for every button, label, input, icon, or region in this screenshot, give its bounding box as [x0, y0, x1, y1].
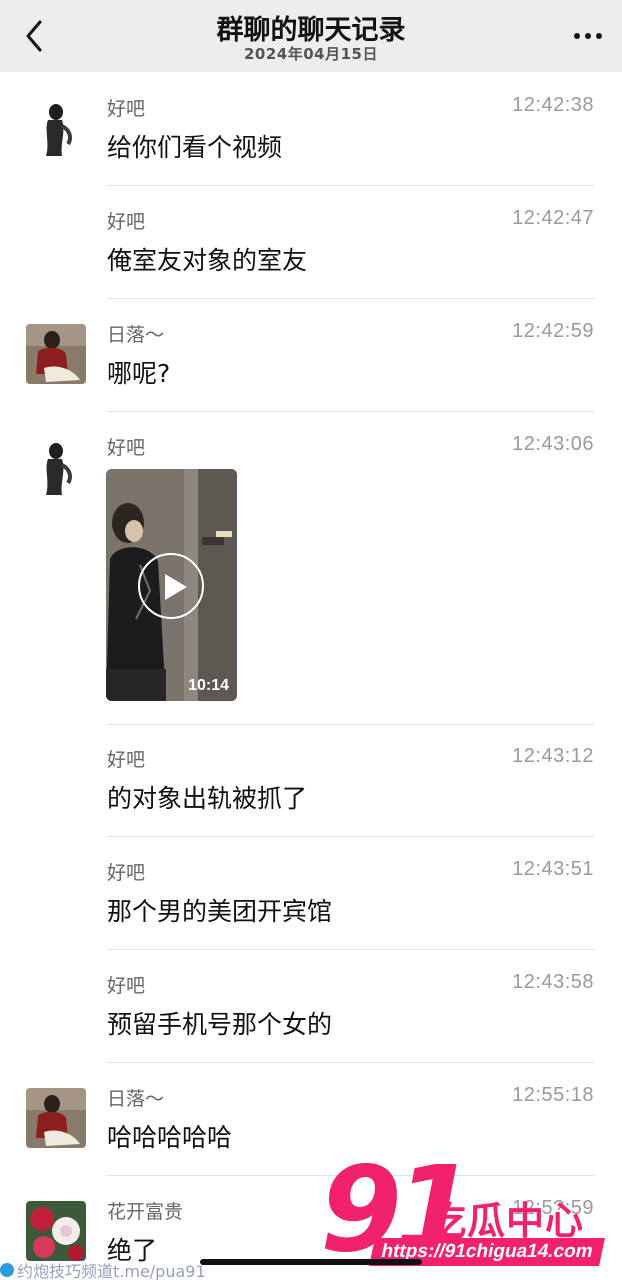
telegram-watermark-text: 约炮技巧频道t.me/pua91 [17, 1262, 206, 1280]
page-date: 2024年04月15日 [244, 45, 378, 63]
message-item: 日落～ 12:42:59 哪呢? [0, 312, 622, 412]
sender-name: 好吧 [107, 975, 146, 997]
telegram-icon [0, 1263, 14, 1277]
avatar-silhouette[interactable] [26, 437, 86, 497]
message-text[interactable]: 给你们看个视频 [107, 128, 282, 164]
message-time: 12:43:58 [512, 971, 594, 993]
more-button[interactable] [568, 20, 608, 52]
page-title: 群聊的聊天记录 [216, 15, 406, 46]
watermark-logo-name: 吃瓜中心 [428, 1199, 585, 1243]
sender-name: 好吧 [107, 437, 146, 459]
message-item: 好吧 12:42:47 俺室友对象的室友 [0, 199, 622, 299]
message-time: 12:42:38 [512, 94, 594, 116]
sender-name: 好吧 [107, 98, 146, 120]
divider [107, 411, 595, 412]
message-item: 日落～ 12:55:18 哈哈哈哈哈 [0, 1076, 622, 1176]
message-time: 12:42:59 [512, 320, 594, 342]
message-item: 好吧 12:43:12 的对象出轨被抓了 [0, 737, 622, 837]
message-text[interactable]: 俺室友对象的室友 [107, 241, 307, 277]
message-time: 12:43:51 [512, 858, 594, 880]
divider [107, 724, 595, 725]
avatar-person[interactable] [26, 324, 86, 384]
sender-name: 日落～ [107, 1088, 165, 1110]
sender-name: 好吧 [107, 749, 146, 771]
avatar-flowers[interactable] [26, 1201, 86, 1261]
divider [107, 185, 595, 186]
message-item: 好吧 12:43:58 预留手机号那个女的 [0, 963, 622, 1063]
divider [107, 1062, 595, 1063]
sender-name: 好吧 [107, 211, 146, 233]
message-item: 好吧 12:43:51 那个男的美团开宾馆 [0, 850, 622, 950]
message-text[interactable]: 那个男的美团开宾馆 [107, 892, 332, 928]
message-text[interactable]: 哈哈哈哈哈 [107, 1118, 232, 1154]
video-duration: 10:14 [188, 677, 229, 694]
divider [107, 836, 595, 837]
message-time: 12:55:18 [512, 1084, 594, 1106]
video-thumbnail[interactable]: 10:14 [106, 469, 237, 701]
message-time: 12:43:12 [512, 745, 594, 767]
message-text[interactable]: 预留手机号那个女的 [107, 1005, 332, 1041]
telegram-watermark: 约炮技巧频道t.me/pua91 [0, 1260, 206, 1280]
message-item: 好吧 12:42:38 给你们看个视频 [0, 86, 622, 186]
home-indicator [200, 1259, 422, 1265]
avatar-person[interactable] [26, 1088, 86, 1148]
divider [107, 949, 595, 950]
chat-history-header: 群聊的聊天记录 2024年04月15日 [0, 0, 622, 72]
message-text[interactable]: 哪呢? [107, 354, 170, 390]
sender-name: 好吧 [107, 862, 146, 884]
sender-name: 花开富贵 [107, 1201, 184, 1223]
sender-name: 日落～ [107, 324, 165, 346]
more-dots-icon [574, 33, 580, 39]
avatar-silhouette[interactable] [26, 98, 86, 158]
play-icon[interactable] [138, 553, 204, 619]
message-time: 12:42:47 [512, 207, 594, 229]
message-item: 好吧 12:43:06 10:14 [0, 425, 622, 725]
message-text[interactable]: 的对象出轨被抓了 [107, 779, 307, 815]
message-time: 12:43:06 [512, 433, 594, 455]
divider [107, 298, 595, 299]
